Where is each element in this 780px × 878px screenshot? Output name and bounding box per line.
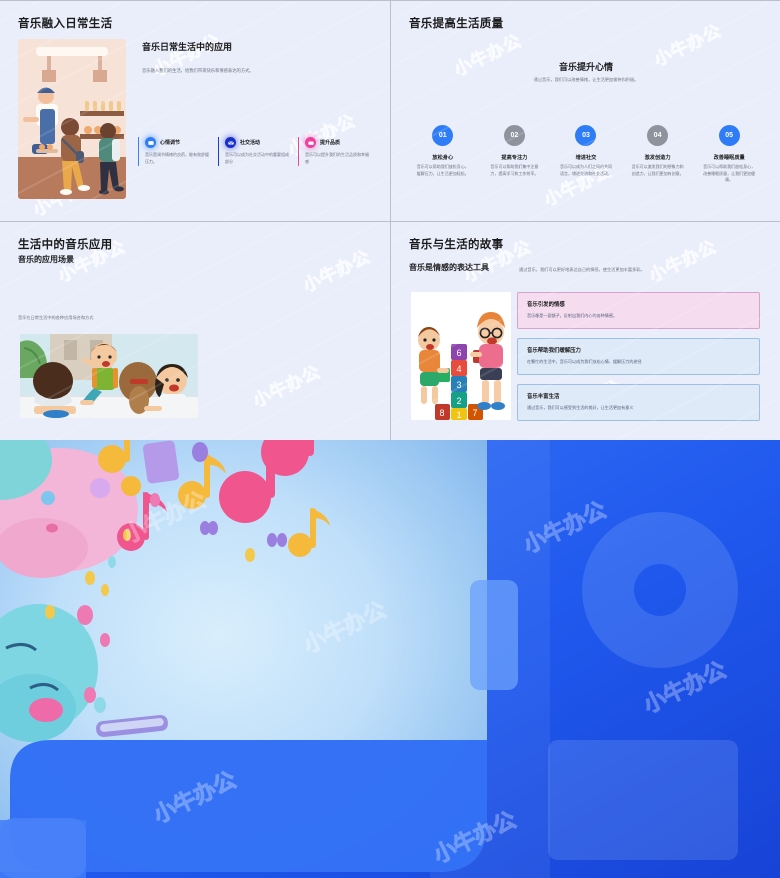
card-icon xyxy=(305,137,316,148)
step-number: 03 xyxy=(575,125,597,146)
mail-icon xyxy=(225,137,236,148)
story-box[interactable]: 音乐引发的情感 音乐像是一面镜子，反射出我们内心的各种情感。 xyxy=(517,292,760,329)
slide-2-steps: 01 放松身心 音乐可以帮助我们放松身心，缓解压力，让生活更加轻松。 02 提高… xyxy=(407,125,765,184)
step-item[interactable]: 02 提高专注力 音乐可以帮助我们集中注意力，提高学习和工作效率。 xyxy=(479,125,551,184)
story-box[interactable]: 音乐帮助我们缓解压力 在繁忙的生活中，音乐可以成为我们放松心情、缓解压力的途径 xyxy=(517,338,760,375)
bakery-illustration xyxy=(18,39,126,199)
svg-text:6: 6 xyxy=(456,348,461,358)
feature-label: 提升品质 xyxy=(320,140,341,146)
slide-4-boxes: 音乐引发的情感 音乐像是一面镜子，反射出我们内心的各种情感。 音乐帮助我们缓解压… xyxy=(517,292,760,421)
box-text: 在繁忙的生活中，音乐可以成为我们放松心情、缓解压力的途径 xyxy=(527,359,642,364)
slide-3-description: 音乐在日常生活中的各种应用场合和方式 xyxy=(18,315,94,320)
slide-4-subtitle: 音乐是情感的表达工具 xyxy=(409,263,489,272)
step-item[interactable]: 05 改善睡眠质量 音乐可以帮助我们放松身心，改善睡眠质量，让我们更加健康。 xyxy=(693,125,765,184)
slide-1-feature-columns: 心情调节 音乐是调节情绪的良药，能有效舒缓压力。 社交活动 音乐可以成为社交活动… xyxy=(138,137,372,166)
feature-column[interactable]: 提升品质 音乐可以提升我们的生活品质和幸福感 xyxy=(298,137,372,166)
step-number: 02 xyxy=(503,125,525,146)
box-text: 通过音乐，我们可以感受到生活的美好，让生活更加有意义 xyxy=(527,405,634,410)
thank-you-slide[interactable]: 小牛办公 小牛办公 小牛办公 小牛办公 小牛办公 小牛办公 Thank You … xyxy=(0,440,780,878)
slide-4-title: 音乐与生活的故事 xyxy=(409,239,504,251)
slide-3-title: 生活中的音乐应用 xyxy=(18,239,113,251)
feature-text: 音乐可以成为社交活动中的重要组成部分 xyxy=(225,152,289,164)
children-illustration xyxy=(20,334,198,418)
svg-text:7: 7 xyxy=(472,408,477,418)
box-title: 音乐帮助我们缓解压力 xyxy=(527,348,581,354)
step-text: 音乐可以成为人们之间的共同语言，增进交流和社交活动。 xyxy=(559,164,612,176)
watermark: 小牛办公 xyxy=(300,246,374,296)
slide-grid: 小牛办公 小牛办公 小牛办公 音乐融入日常生活 xyxy=(0,0,780,442)
slide-1-heading: 音乐日常生活中的应用 xyxy=(142,42,233,52)
slide-3-subtitle: 音乐的应用场景 xyxy=(18,255,74,264)
watermark: 小牛办公 xyxy=(250,361,324,411)
story-box[interactable]: 音乐丰富生活 通过音乐，我们可以感受到生活的美好，让生活更加有意义 xyxy=(517,384,760,421)
presentation-deck: 小牛办公 小牛办公 小牛办公 音乐融入日常生活 xyxy=(0,0,780,878)
feature-column[interactable]: 社交活动 音乐可以成为社交活动中的重要组成部分 xyxy=(218,137,292,166)
step-text: 音乐可以帮助我们放松身心，改善睡眠质量，让我们更加健康。 xyxy=(703,164,756,183)
step-item[interactable]: 01 放松身心 音乐可以帮助我们放松身心，缓解压力，让生活更加轻松。 xyxy=(407,125,479,184)
svg-text:2: 2 xyxy=(456,396,461,406)
image-icon xyxy=(145,137,156,148)
feature-column[interactable]: 心情调节 音乐是调节情绪的良药，能有效舒缓压力。 xyxy=(138,137,212,166)
slide-2-description: 通过音乐，我们可以改善情绪，让生活更加愉快和积极。 xyxy=(533,77,639,82)
box-title: 音乐引发的情感 xyxy=(527,302,565,308)
slide-thumbnail-1[interactable]: 小牛办公 小牛办公 小牛办公 音乐融入日常生活 xyxy=(0,1,390,221)
step-label: 激发创造力 xyxy=(644,155,671,161)
step-label: 改善睡眠质量 xyxy=(713,155,745,161)
slide-thumbnail-4[interactable]: 小牛办公 小牛办公 小牛办公 音乐与生活的故事 音乐是情感的表达工具 通过音乐，… xyxy=(391,222,780,442)
svg-text:8: 8 xyxy=(439,408,444,418)
step-item[interactable]: 04 激发创造力 音乐可以激发我们的想象力和创造力，让我们更加有创意。 xyxy=(622,125,694,184)
watermark: 小牛办公 xyxy=(646,236,720,286)
step-number: 05 xyxy=(718,125,740,146)
step-number: 01 xyxy=(432,125,454,146)
slide-2-title: 音乐提高生活质量 xyxy=(409,18,504,30)
step-text: 音乐可以帮助我们集中注意力，提高学习和工作效率。 xyxy=(490,164,539,176)
step-item[interactable]: 03 增进社交 音乐可以成为人们之间的共同语言，增进交流和社交活动。 xyxy=(550,125,622,184)
blocks-illustration: 6 4 3 2 1 8 7 xyxy=(411,292,511,420)
svg-text:3: 3 xyxy=(456,380,461,390)
step-label: 放松身心 xyxy=(432,155,454,161)
step-label: 增进社交 xyxy=(575,155,597,161)
slide-thumbnail-2[interactable]: 小牛办公 小牛办公 小牛办公 音乐提高生活质量 音乐提升心情 通过音乐，我们可以… xyxy=(391,1,780,221)
step-text: 音乐可以帮助我们放松身心，缓解压力，让生活更加轻松。 xyxy=(416,164,469,176)
box-title: 音乐丰富生活 xyxy=(527,394,560,400)
feature-text: 音乐可以提升我们的生活品质和幸福感 xyxy=(305,152,369,164)
slide-thumbnail-3[interactable]: 小牛办公 小牛办公 小牛办公 生活中的音乐应用 音乐的应用场景 音乐在日常生活中… xyxy=(0,222,390,442)
step-number: 04 xyxy=(647,125,669,146)
slide-1-description: 音乐融入我们的生活，给我们带来快乐和情感表达的方式。 xyxy=(142,68,254,73)
slide-1-title: 音乐融入日常生活 xyxy=(18,18,113,30)
box-text: 音乐像是一面镜子，反射出我们内心的各种情感。 xyxy=(527,313,618,318)
svg-text:1: 1 xyxy=(456,410,461,420)
step-label: 提高专注力 xyxy=(501,155,528,161)
svg-text:4: 4 xyxy=(456,364,461,374)
feature-label: 社交活动 xyxy=(240,140,261,146)
slide-4-description: 通过音乐，我们可以更好地表达自己的情感，使生活更加丰富多彩。 xyxy=(519,267,645,272)
slide-2-heading: 音乐提升心情 xyxy=(558,62,613,72)
step-text: 音乐可以激发我们的想象力和创造力，让我们更加有创意。 xyxy=(631,164,684,176)
feature-text: 音乐是调节情绪的良药，能有效舒缓压力。 xyxy=(145,152,209,164)
feature-label: 心情调节 xyxy=(160,140,181,146)
